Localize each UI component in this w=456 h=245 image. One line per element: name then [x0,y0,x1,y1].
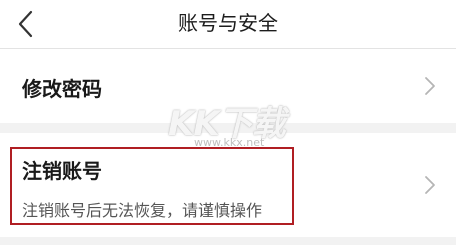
change-password-row[interactable]: 修改密码 [0,49,456,123]
page-title: 账号与安全 [178,11,278,35]
cancel-account-row[interactable]: 注销账号 注销账号后无法恢复，请谨慎操作 [0,133,456,237]
cancel-account-warning: 注销账号后无法恢复，请谨慎操作 [22,201,263,220]
change-password-label: 修改密码 [22,77,102,101]
top-navigation-bar: 账号与安全 [0,0,456,49]
chevron-right-icon [425,77,435,95]
cancel-account-label: 注销账号 [22,159,102,183]
chevron-right-icon [425,176,435,194]
